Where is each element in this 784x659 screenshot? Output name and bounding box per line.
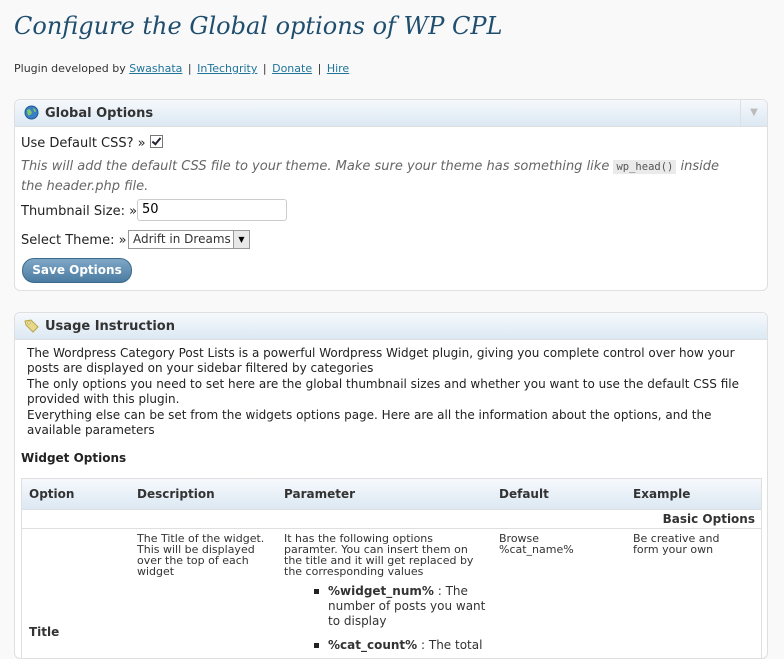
column-header-parameter: Parameter (284, 487, 356, 501)
default-css-row: Use Default CSS? » (21, 135, 163, 151)
theme-select[interactable]: Adrift in Dreams ▼ (128, 230, 250, 249)
usage-instruction-box: Usage Instruction The Wordpress Category… (14, 312, 768, 659)
theme-label: Select Theme: » (21, 233, 127, 248)
separator: | (187, 62, 192, 75)
theme-select-value: Adrift in Dreams (133, 232, 231, 246)
link-donate[interactable]: Donate (272, 62, 312, 75)
link-swashata[interactable]: Swashata (129, 62, 182, 75)
example-cell: Be creative and form your own (633, 532, 720, 556)
credits-prefix: Plugin developed by (14, 62, 126, 75)
chevron-down-icon: ▼ (233, 231, 249, 248)
parameter-cell: It has the following options paramter. Y… (284, 532, 474, 578)
table-row: Title The Title of the widget. This will… (22, 529, 761, 658)
page-title: Configure the Global options of WP CPL (14, 12, 503, 40)
default-cell: Browse %cat_name% (499, 532, 574, 556)
widget-options-heading: Widget Options (21, 451, 127, 465)
thumbnail-size-input[interactable]: 50 (137, 199, 287, 221)
default-css-hint: This will add the default CSS file to yo… (21, 157, 741, 196)
section-row-basic-options: Basic Options (22, 510, 761, 529)
usage-paragraph: The only options you need to set here ar… (27, 377, 739, 406)
link-intechgrity[interactable]: InTechgrity (197, 62, 257, 75)
description-cell: The Title of the widget. This will be di… (137, 532, 265, 578)
column-header-description: Description (137, 487, 215, 501)
hint-code: wp_head() (613, 160, 677, 174)
parameter-list: %widget_num% : The number of posts you w… (314, 584, 494, 658)
column-header-option: Option (29, 487, 75, 501)
options-table: Option Description Parameter Default Exa… (21, 478, 762, 658)
default-css-checkbox[interactable] (149, 135, 163, 148)
usage-paragraph: Everything else can be set from the widg… (27, 408, 712, 437)
global-options-box: Global Options ▼ Use Default CSS? » This… (14, 99, 768, 291)
list-item: %cat_count% : The total (314, 638, 494, 653)
param-text: : The total (417, 638, 483, 652)
separator: | (262, 62, 267, 75)
param-key: %cat_count% (328, 638, 418, 652)
separator: | (317, 62, 322, 75)
global-options-title: Global Options (45, 106, 154, 121)
credits-line: Plugin developed by Swashata | InTechgri… (14, 62, 349, 75)
save-options-button[interactable]: Save Options (22, 258, 132, 283)
usage-instruction-title: Usage Instruction (45, 319, 175, 334)
thumbnail-label: Thumbnail Size: » (21, 204, 138, 219)
default-css-label: Use Default CSS? » (21, 136, 146, 151)
column-header-default: Default (499, 487, 549, 501)
option-name-cell: Title (29, 625, 60, 639)
table-header: Option Description Parameter Default Exa… (22, 479, 761, 510)
usage-instruction-header[interactable]: Usage Instruction (15, 313, 767, 340)
globe-icon (24, 105, 39, 120)
tag-icon (24, 318, 39, 333)
hint-text: This will add the default CSS file to yo… (21, 159, 610, 174)
usage-paragraph: The Wordpress Category Post Lists is a p… (27, 346, 735, 375)
link-hire[interactable]: Hire (327, 62, 349, 75)
list-item: %widget_num% : The number of posts you w… (314, 584, 494, 629)
global-options-header[interactable]: Global Options ▼ (15, 100, 767, 127)
column-header-example: Example (633, 487, 691, 501)
section-label: Basic Options (662, 512, 755, 526)
toggle-arrow-icon[interactable]: ▼ (740, 100, 767, 126)
param-key: %widget_num% (328, 584, 434, 598)
